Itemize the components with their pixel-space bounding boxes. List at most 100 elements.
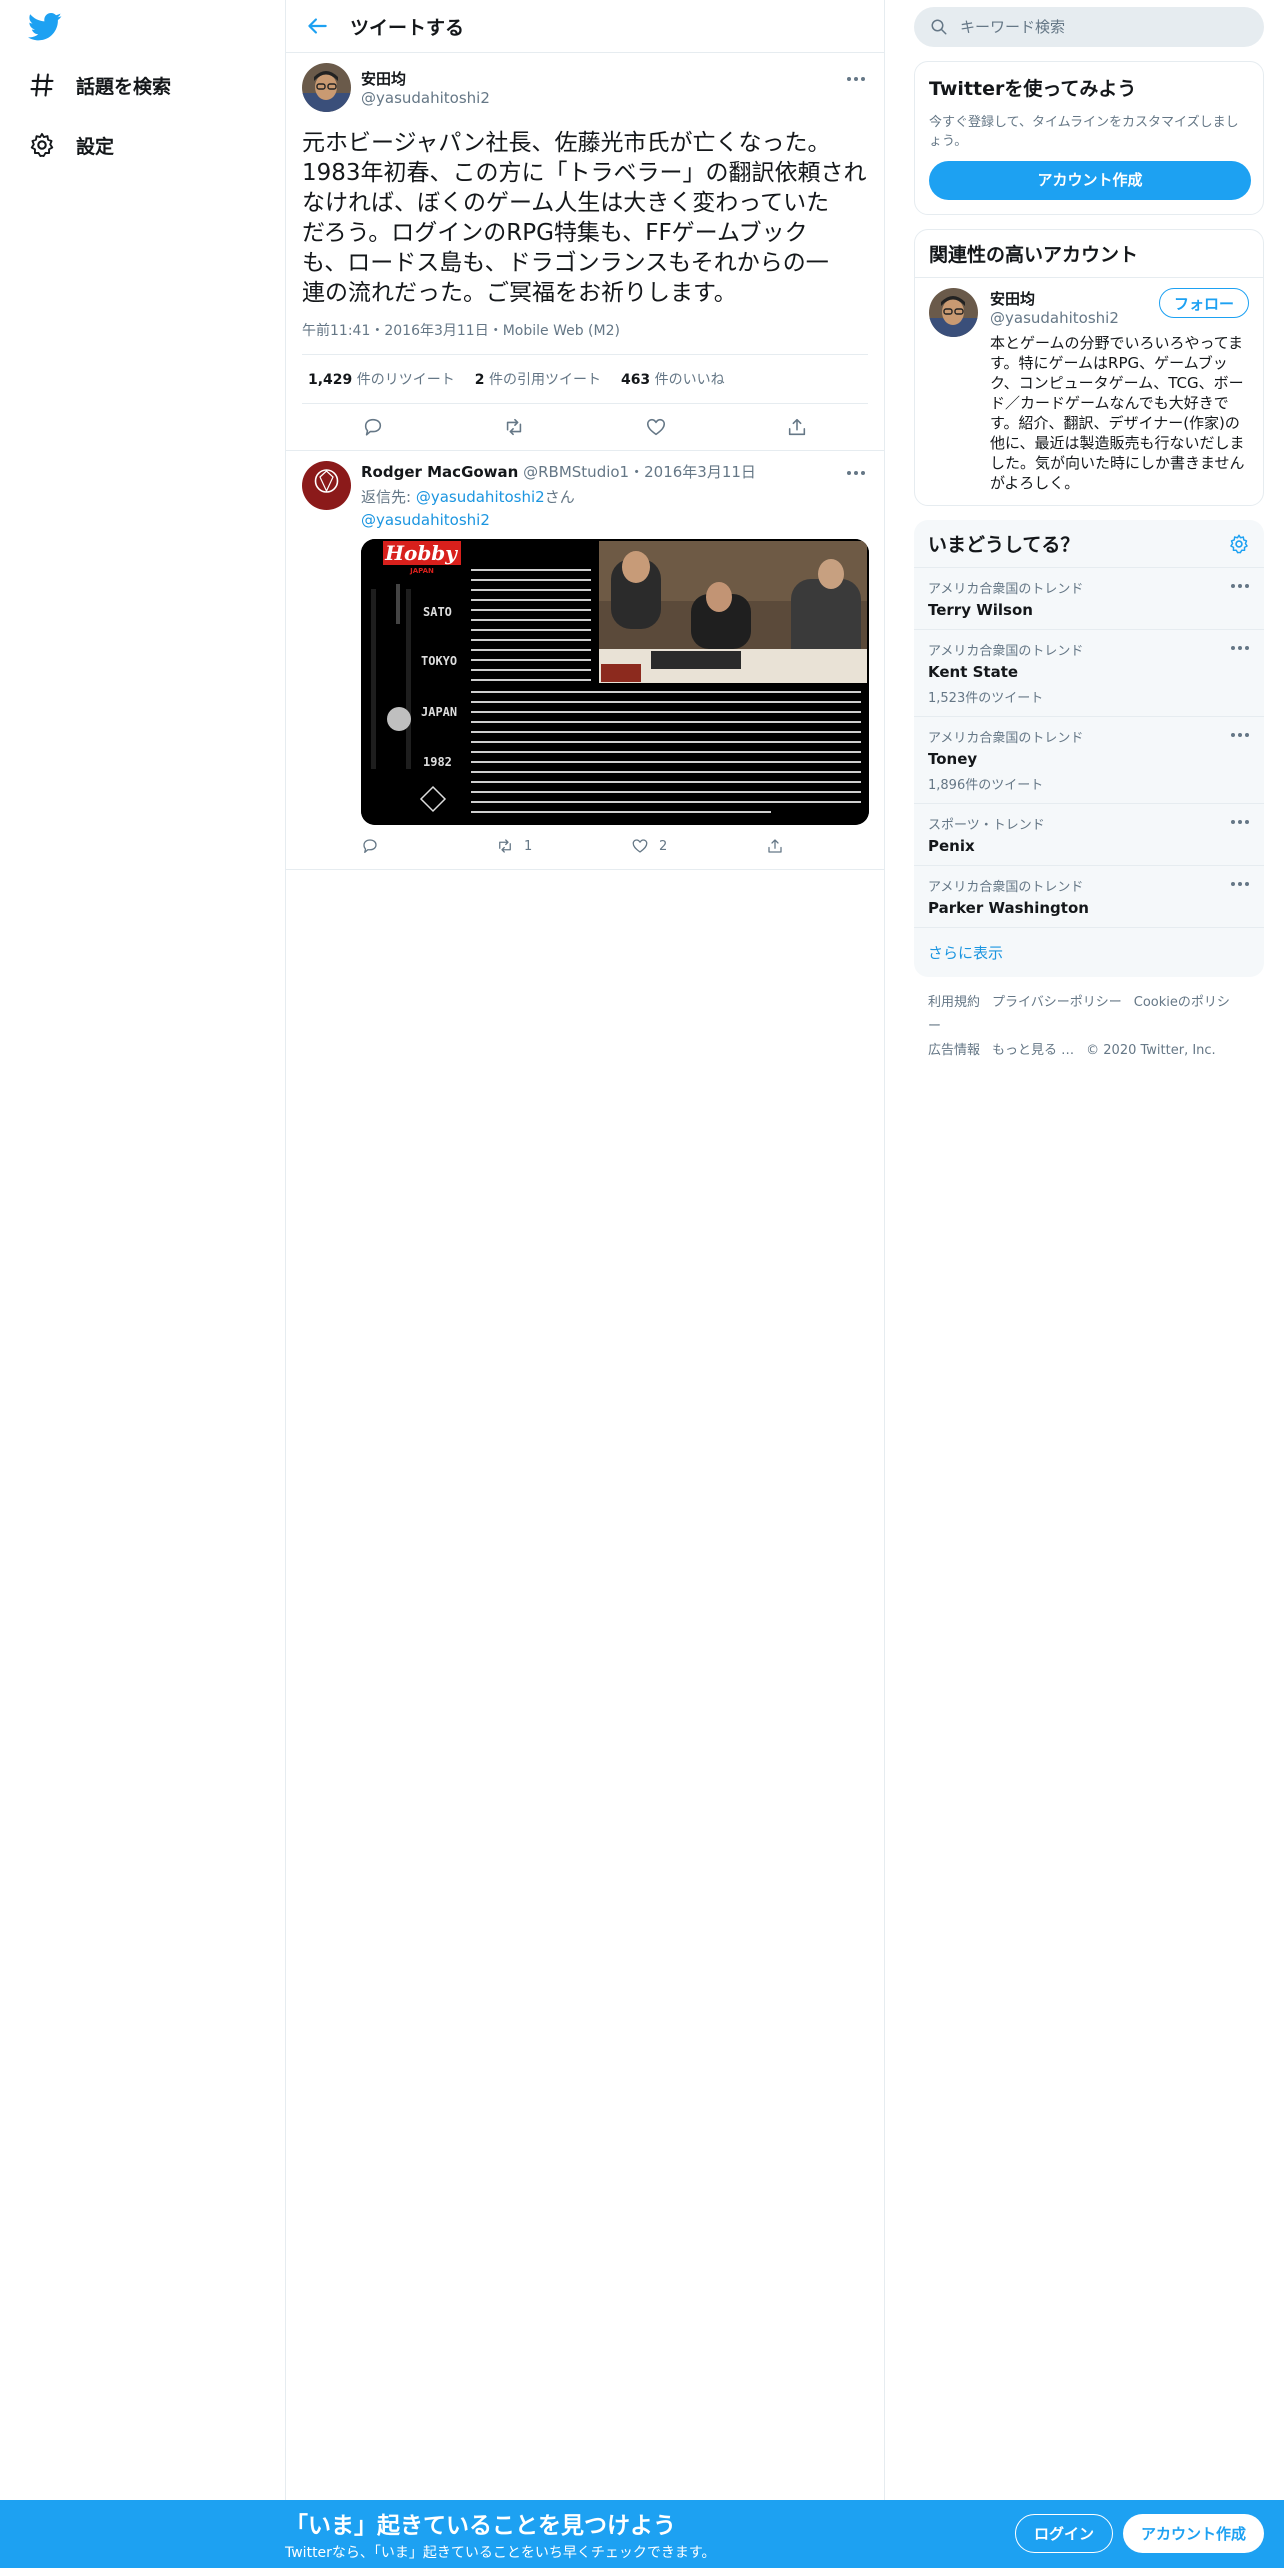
footer-link[interactable]: もっと見る … [992,1043,1074,1058]
related-accounts-card: 関連性の高いアカウント 安田均 @yasudahitoshi2 フォロー 本とゲ… [914,229,1264,506]
username[interactable]: @yasudahitoshi2 [990,309,1119,327]
avatar[interactable] [302,63,351,112]
tweet-actions: 1 2 [361,837,901,855]
retweet-count[interactable]: 1,429 件のリツイート [308,369,455,389]
trend-category: アメリカ合衆国のトレンド [928,582,1084,597]
more-options-icon[interactable] [1230,818,1250,826]
show-more-link[interactable]: さらに表示 [914,928,1264,977]
hobby-japan-collage-image: Hobby JAPAN SATO TOKYO JAPAN 1982 [361,539,869,825]
trend-category: アメリカ合衆国のトレンド [928,731,1084,746]
user-avatar-image [302,63,351,112]
tweet-photo[interactable]: Hobby JAPAN SATO TOKYO JAPAN 1982 [361,539,869,825]
reply-button[interactable] [361,837,496,855]
like-heart-icon [632,839,648,853]
nav-item-settings[interactable]: 設定 [28,125,114,165]
mention-link[interactable]: @yasudahitoshi2 [361,511,490,529]
retweet-button[interactable]: 1 [496,837,631,855]
login-button[interactable]: ログイン [1014,2514,1113,2553]
image-brand-text: Hobby [384,541,458,565]
reply-to-user-link[interactable]: @yasudahitoshi2 [416,488,545,506]
nav-item-explore[interactable]: 話題を検索 [28,65,171,105]
trend-item[interactable]: アメリカ合衆国のトレンド Terry Wilson [914,568,1264,630]
create-account-button[interactable]: アカウント作成 [929,161,1251,200]
right-sidebar: Twitterを使ってみよう 今すぐ登録して、タイムラインをカスタマイズしましょ… [914,0,1264,1063]
reply-context: 返信先: @yasudahitoshi2さん [361,488,575,506]
rbm-studio-avatar-image [302,461,351,510]
trend-name: Parker Washington [928,899,1089,917]
display-name[interactable]: Rodger MacGowan [361,463,518,481]
trend-name: Toney [928,750,978,768]
image-side-word: 1982 [423,755,452,769]
hashtag-icon [30,73,54,97]
back-arrow-icon[interactable] [304,13,330,39]
quote-count[interactable]: 2 件の引用ツイート [475,369,601,389]
main-column: ツイートする 安田均 @yasudahitoshi2 元ホビージャパン社長、佐藤… [285,0,885,2500]
trend-item[interactable]: アメリカ合衆国のトレンド Parker Washington [914,866,1264,928]
image-brand-sub-text: JAPAN [409,567,434,575]
trend-category: アメリカ合衆国のトレンド [928,644,1084,659]
avatar[interactable] [302,461,351,510]
related-account-item[interactable]: 安田均 @yasudahitoshi2 フォロー 本とゲームの分野でいろいろやっ… [915,278,1263,505]
footer-link[interactable]: 利用規約 [928,995,980,1010]
trend-tweet-count: 1,896件のツイート [928,778,1044,793]
copyright-text: © 2020 Twitter, Inc. [1086,1043,1216,1058]
like-count[interactable]: 463 件のいいね [621,369,725,389]
trend-category: スポーツ・トレンド [928,818,1045,833]
gear-icon[interactable] [1228,533,1250,555]
search-icon [931,19,947,35]
more-options-icon[interactable] [1230,731,1250,739]
retweet-icon [499,839,511,853]
image-side-word: SATO [423,605,452,619]
more-options-icon[interactable] [1230,644,1250,652]
footer-link[interactable]: 広告情報 [928,1043,980,1058]
user-avatar-image [929,288,978,337]
tweet-timestamp[interactable]: 午前11:41・2016年3月11日・Mobile Web (M2) [302,320,868,355]
footer-links: 利用規約 プライバシーポリシー Cookieのポリシー 広告情報 もっと見る … © 2… [914,991,1264,1063]
follow-button[interactable]: フォロー [1158,288,1249,318]
tweet-actions [302,404,868,450]
trend-item[interactable]: アメリカ合衆国のトレンド Kent State 1,523件のツイート [914,630,1264,717]
display-name[interactable]: 安田均 [990,288,1119,309]
account-bio: 本とゲームの分野でいろいろやってます。特にゲームはRPG、ゲームブック、コンピュ… [990,334,1245,492]
more-options-icon[interactable] [846,75,866,83]
reply-icon[interactable] [362,416,384,438]
tweet-text: 元ホビージャパン社長、佐藤光市氏が亡くなった。 1983年初春、この方に「トラベ… [302,130,867,306]
page-header: ツイートする [286,0,884,53]
like-button[interactable]: 2 [631,837,766,855]
search-box[interactable] [914,7,1264,47]
reply-tweet[interactable]: Rodger MacGowan @RBMStudio1・2016年3月11日 返… [286,451,884,870]
signup-button[interactable]: アカウント作成 [1122,2514,1264,2553]
focal-tweet: 安田均 @yasudahitoshi2 元ホビージャパン社長、佐藤光市氏が亡くな… [286,53,884,451]
twitter-bird-logo-icon[interactable] [28,12,62,42]
trend-item[interactable]: スポーツ・トレンド Penix [914,804,1264,866]
trend-item[interactable]: アメリカ合衆国のトレンド Toney 1,896件のツイート [914,717,1264,804]
banner-subtitle: Twitterなら、「いま」起きていることをいち早くチェックできます。 [285,2545,716,2561]
search-input[interactable] [960,18,1240,36]
retweet-icon[interactable] [503,416,525,438]
trend-tweet-count: 1,523件のツイート [928,691,1044,706]
trends-title: いまどうしてる？ [928,534,1080,556]
share-button[interactable] [766,837,901,855]
retweet-count: 1 [524,838,533,854]
tweet-date[interactable]: ・2016年3月11日 [629,463,756,481]
username[interactable]: @yasudahitoshi2 [361,89,490,107]
more-options-icon[interactable] [1230,582,1250,590]
more-options-icon[interactable] [846,469,866,477]
reply-icon [363,839,377,854]
page-title: ツイートする [350,16,465,39]
more-options-icon[interactable] [1230,880,1250,888]
avatar[interactable] [929,288,978,337]
trend-name: Penix [928,837,975,855]
trend-name: Terry Wilson [928,601,1033,619]
footer-link[interactable]: プライバシーポリシー [992,995,1122,1010]
like-heart-icon[interactable] [645,416,667,438]
share-icon[interactable] [786,416,808,438]
username[interactable]: @RBMStudio1 [523,463,629,481]
signup-card-title: Twitterを使ってみよう [929,78,1137,100]
signup-card: Twitterを使ってみよう 今すぐ登録して、タイムラインをカスタマイズしましょ… [914,61,1264,215]
related-accounts-title: 関連性の高いアカウント [915,230,1263,278]
bottom-signup-banner: 「いま」起きていることを見つけよう Twitterなら、「いま」起きていることを… [0,2500,1284,2568]
nav-item-label: 設定 [76,135,115,158]
display-name[interactable]: 安田均 [361,68,490,89]
trend-name: Kent State [928,663,1019,681]
